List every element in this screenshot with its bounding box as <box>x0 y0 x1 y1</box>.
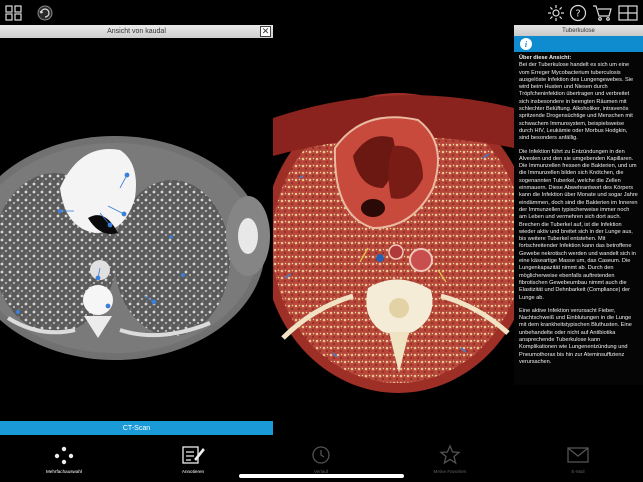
tab-multi-select[interactable]: Mehrfachauswahl <box>24 444 104 474</box>
annotate-icon <box>182 446 205 464</box>
info-panel-title: Tuberkulose <box>514 25 643 36</box>
svg-text:?: ? <box>575 9 580 20</box>
tab-annotate[interactable]: Annotieren <box>153 444 233 474</box>
info-paragraph: Die Infektion führt zu Entzündungen in d… <box>519 148 638 301</box>
info-icon[interactable]: i <box>520 38 532 50</box>
rotate-icon[interactable] <box>33 3 55 23</box>
info-paragraph: Eine aktive Infektion verursacht Fieber,… <box>519 307 632 365</box>
info-text: Über diese Ansicht: Bei der Tuberkulose … <box>514 52 643 366</box>
info-tab-bar: i <box>514 36 643 52</box>
email-icon <box>567 447 589 463</box>
help-icon[interactable]: ? <box>568 3 588 23</box>
cart-icon[interactable] <box>591 3 613 23</box>
tab-label: E-Mail <box>571 469 585 474</box>
ct-scan-image[interactable] <box>0 38 273 421</box>
close-icon[interactable]: ✕ <box>260 26 271 37</box>
tab-label: Annotieren <box>181 469 205 474</box>
tab-email[interactable]: E-Mail <box>538 444 618 474</box>
anatomy-illustration[interactable] <box>273 38 514 421</box>
gear-icon[interactable] <box>546 3 566 23</box>
layout-icon[interactable] <box>617 3 639 23</box>
ct-panel-header: Ansicht von kaudal ✕ <box>0 25 273 38</box>
ct-panel-title: Ansicht von kaudal <box>107 28 166 35</box>
multi-select-icon <box>54 446 74 465</box>
grid-menu-icon[interactable] <box>4 3 24 23</box>
top-toolbar: ? <box>0 0 643 26</box>
tab-label: Mehrfachauswahl <box>45 469 82 474</box>
tab-favorites[interactable]: Meine Favoriten <box>410 444 490 474</box>
ct-scan-label[interactable]: CT-Scan <box>0 421 273 435</box>
home-indicator[interactable] <box>239 474 404 478</box>
info-panel: Tuberkulose i Über diese Ansicht: Bei de… <box>514 25 643 385</box>
favorites-icon <box>439 444 461 465</box>
tab-label: Meine Favoriten <box>433 469 467 474</box>
info-paragraph: Bei der Tuberkulose handelt es sich um e… <box>519 62 634 142</box>
info-heading: Über diese Ansicht: <box>519 55 572 61</box>
tab-history[interactable]: Verlauf <box>281 444 361 474</box>
history-icon <box>312 446 330 464</box>
